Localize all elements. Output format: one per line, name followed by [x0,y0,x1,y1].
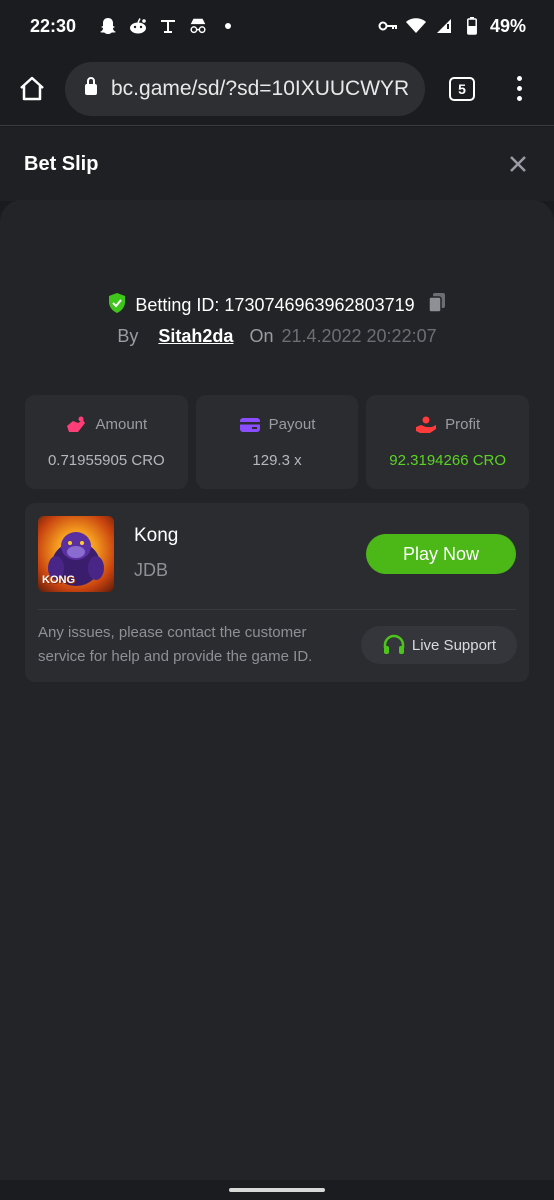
stat-profit: Profit 92.3194266 CRO [366,395,530,489]
home-icon [20,76,44,100]
thumbnail-label: KONG [42,574,75,586]
bet-stats: Amount 0.71955905 CRO Payout 129.3 x Pro… [25,395,530,489]
stat-amount-value: 0.71955905 CRO [47,451,165,469]
game-card: KONG Kong JDB Play Now Any issues, pleas… [25,503,529,682]
headset-icon [383,634,405,654]
close-icon [510,156,526,172]
menu-dot [516,86,522,91]
battery-icon [462,16,482,36]
menu-dot [516,96,522,101]
url-text: bc.game/sd/?sd=10IXUUCWYR [111,76,410,100]
copy-icon[interactable] [427,292,447,319]
system-nav-bar [0,1180,554,1200]
stat-payout: Payout 129.3 x [195,395,359,489]
wallet-icon [239,417,260,432]
more-options-button[interactable] [515,76,523,101]
bet-slip-header: Bet Slip [0,127,554,201]
vpn-key-icon [378,16,398,36]
stat-amount-label: Amount [95,416,148,433]
battery-percent: 49% [489,15,526,36]
bet-slip-panel: Betting ID: 1730746963962803719 By Sitah… [0,200,554,1180]
menu-dot [516,76,522,81]
notification-dot-icon [218,16,238,36]
verified-shield-icon [107,292,127,319]
live-support-button[interactable]: Live Support [361,626,517,664]
bet-meta-row: By Sitah2da On 21.4.2022 20:22:07 [0,326,554,347]
divider [38,609,516,610]
stat-amount: Amount 0.71955905 CRO [25,395,188,489]
stat-profit-head: Profit [415,416,480,434]
amount-icon [67,416,86,432]
status-left: 22:30 [30,16,238,37]
game-thumbnail[interactable]: KONG [38,516,114,592]
stat-payout-head: Payout [239,416,316,434]
betting-id: Betting ID: 1730746963962803719 [135,295,415,315]
stat-profit-label: Profit [445,416,481,433]
text-tool-icon [158,16,178,36]
home-button[interactable] [0,52,64,126]
home-gesture-handle[interactable] [229,1188,325,1192]
live-support-label: Live Support [411,636,497,654]
support-help-text: Any issues, please contact the customer … [38,624,313,665]
address-bar[interactable]: bc.game/sd/?sd=10IXUUCWYR [65,61,425,116]
username-link[interactable]: Sitah2da [158,326,233,347]
reddit-icon [128,16,148,36]
close-button[interactable] [506,152,530,176]
on-label: On [249,326,274,346]
incognito-icon [188,16,208,36]
stat-payout-label: Payout [268,416,316,433]
status-bar: 22:30 49% [0,0,554,52]
browser-toolbar: bc.game/sd/?sd=10IXUUCWYR 5 [0,52,554,126]
bet-date: 21.4.2022 20:22:07 [281,326,437,346]
profit-hand-icon [416,416,437,433]
wifi-icon [405,16,426,36]
by-label: By [117,326,139,346]
status-right: 49% [378,16,526,37]
game-name: Kong [134,525,179,546]
play-now-button[interactable]: Play Now [366,534,516,574]
betting-id-row: Betting ID: 1730746963962803719 [0,292,554,319]
lock-icon [83,76,99,101]
status-time: 22:30 [30,15,77,36]
tab-switcher-button[interactable]: 5 [449,76,475,101]
snapchat-icon [98,16,118,36]
game-provider: JDB [134,560,169,580]
stat-payout-value: 129.3 x [252,451,302,469]
stat-amount-head: Amount [65,416,147,434]
stat-profit-value: 92.3194266 CRO [389,451,507,469]
signal-icon [434,16,454,36]
page-title: Bet Slip [24,152,99,175]
